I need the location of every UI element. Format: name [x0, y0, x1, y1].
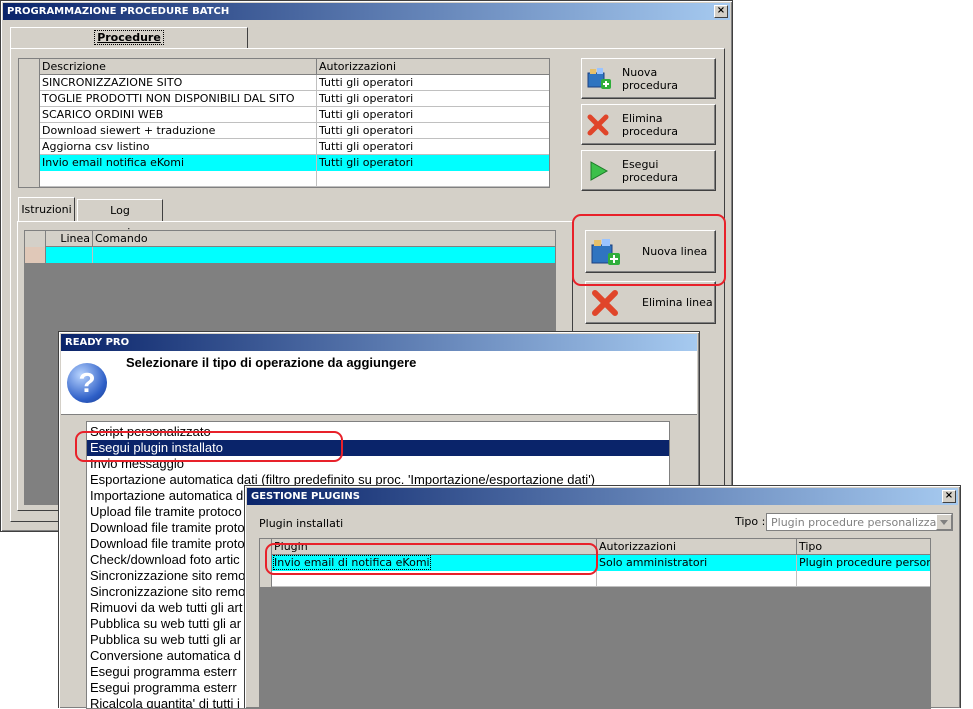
list-item[interactable]: Ricalcola quantita' di tutti i — [90, 696, 240, 708]
esegui-procedura-label: Esegui procedura — [622, 157, 679, 184]
elimina-linea-label: Elimina linea — [642, 296, 713, 309]
tab-procedure[interactable]: Procedure — [10, 27, 248, 49]
plugins-window: GESTIONE PLUGINS × Plugin installati Tip… — [244, 485, 961, 709]
elimina-procedura-button[interactable]: Elimina procedura — [581, 104, 716, 145]
list-item-selected[interactable]: Esegui plugin installato — [87, 440, 669, 456]
list-item[interactable]: Pubblica su web tutti gli ar — [90, 616, 241, 632]
table-row[interactable]: TOGLIE PRODOTTI NON DISPONIBILI DAL SITO… — [19, 91, 549, 107]
tipo-label: Tipo : — [735, 515, 766, 528]
nuova-linea-button[interactable]: Nuova linea — [585, 230, 716, 273]
list-item[interactable]: Conversione automatica d — [90, 648, 241, 664]
table-row-empty[interactable] — [260, 571, 930, 587]
col-tipo[interactable]: Tipo — [797, 539, 930, 555]
elimina-linea-button[interactable]: Elimina linea — [585, 281, 716, 324]
list-item[interactable]: Script personalizzato — [90, 424, 211, 440]
dialog-heading: Selezionare il tipo di operazione da agg… — [126, 355, 417, 370]
delete-x-icon — [587, 114, 609, 136]
list-item[interactable]: Download file tramite proto — [90, 536, 245, 552]
dialog-header: ? Selezionare il tipo di operazione da a… — [61, 351, 697, 415]
table-row[interactable]: SCARICO ORDINI WEB Tutti gli operatori — [19, 107, 549, 123]
dropdown-arrow-icon[interactable] — [936, 514, 952, 530]
plugins-installed-label: Plugin installati — [259, 517, 344, 530]
delete-x-icon — [592, 290, 618, 316]
add-procedure-icon — [587, 68, 611, 89]
list-item[interactable]: Esegui programma esterr — [90, 664, 237, 680]
col-comando[interactable]: Comando — [93, 231, 555, 247]
table-row-selected[interactable]: Invio email notifica eKomi Tutti gli ope… — [19, 155, 549, 171]
table-row[interactable]: SINCRONIZZAZIONE SITO Tutti gli operator… — [19, 75, 549, 91]
list-item[interactable]: Upload file tramite protoco — [90, 504, 242, 520]
nuova-procedura-button[interactable]: Nuova procedura — [581, 58, 716, 99]
list-item[interactable]: Importazione automatica d — [90, 488, 243, 504]
row-indicator-header — [19, 59, 40, 75]
nuova-procedura-label: Nuova procedura — [622, 65, 679, 92]
col-descrizione[interactable]: Descrizione — [40, 59, 317, 75]
list-item[interactable]: Rimuovi da web tutti gli art — [90, 600, 242, 616]
main-titlebar: PROGRAMMAZIONE PROCEDURE BATCH — [3, 3, 730, 20]
list-item[interactable]: Download file tramite proto — [90, 520, 245, 536]
list-item[interactable]: Check/download foto artic — [90, 552, 240, 568]
main-close-button[interactable]: × — [714, 5, 728, 18]
table-row-selected[interactable]: Invio email di notifica eKomi Solo ammin… — [260, 555, 930, 571]
table-row-empty[interactable] — [19, 171, 549, 187]
plugins-grid: Plugin Autorizzazioni Tipo Invio email d… — [259, 538, 931, 709]
tab-istruzioni[interactable]: Istruzioni — [18, 197, 75, 222]
main-title: PROGRAMMAZIONE PROCEDURE BATCH — [7, 6, 230, 17]
play-icon — [590, 161, 609, 181]
ready-pro-titlebar: READY PRO — [61, 334, 697, 351]
list-item[interactable]: Sincronizzazione sito remo — [90, 568, 245, 584]
table-row[interactable]: Aggiorna csv listino Tutti gli operatori — [19, 139, 549, 155]
plugins-close-button[interactable]: × — [942, 490, 956, 503]
elimina-procedura-label: Elimina procedura — [622, 111, 679, 138]
col-linea[interactable]: Linea — [46, 231, 93, 247]
procedure-grid: Descrizione Autorizzazioni SINCRONIZZAZI… — [18, 58, 550, 188]
list-item[interactable]: Invio messaggio — [90, 456, 184, 472]
question-icon: ? — [67, 363, 107, 403]
procedure-grid-header: Descrizione Autorizzazioni — [19, 59, 549, 75]
add-line-icon — [591, 239, 620, 265]
table-row-selected[interactable] — [25, 247, 555, 263]
table-row[interactable]: Download siewert + traduzione Tutti gli … — [19, 123, 549, 139]
tab-log-esecuzione[interactable]: Log esecuzione — [77, 199, 163, 239]
col-plugin[interactable]: Plugin — [272, 539, 597, 555]
list-item[interactable]: Sincronizzazione sito remo — [90, 584, 245, 600]
tipo-select[interactable]: Plugin procedure personalizzate — [766, 513, 953, 531]
col-autorizzazioni[interactable]: Autorizzazioni — [597, 539, 797, 555]
plugins-titlebar: GESTIONE PLUGINS — [247, 488, 958, 505]
col-autorizzazioni[interactable]: Autorizzazioni — [317, 59, 549, 75]
list-item[interactable]: Pubblica su web tutti gli ar — [90, 632, 241, 648]
list-item[interactable]: Esegui programma esterr — [90, 680, 237, 696]
esegui-procedura-button[interactable]: Esegui procedura — [581, 150, 716, 191]
nuova-linea-label: Nuova linea — [642, 245, 708, 258]
